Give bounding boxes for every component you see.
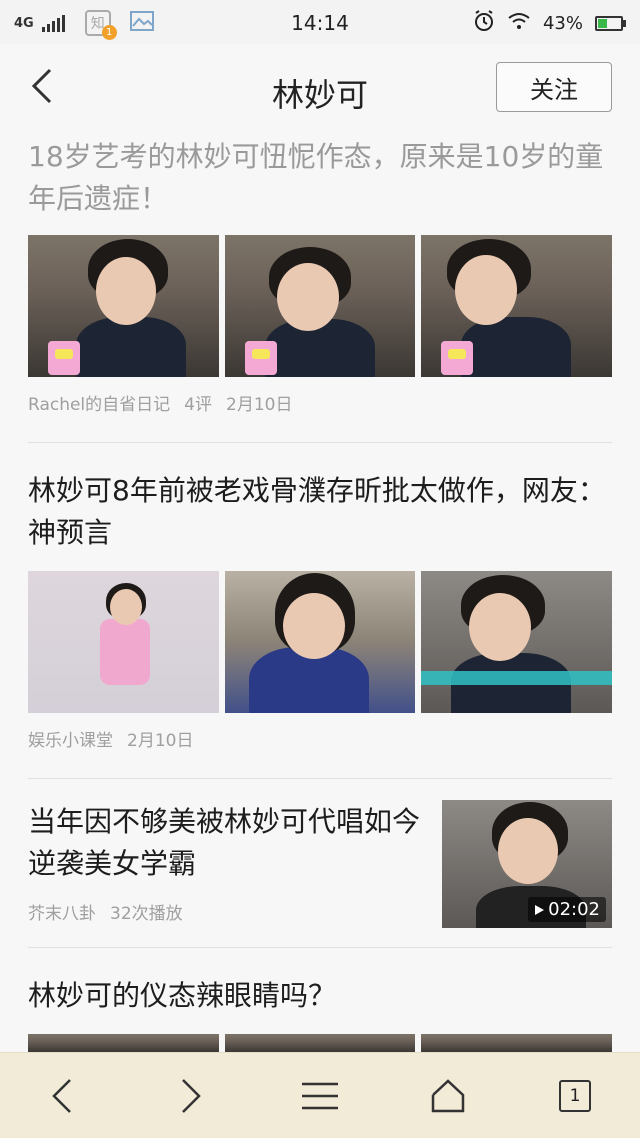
status-bar: 4G 知 1 14:14 43% [0,0,640,44]
alarm-icon [473,10,495,37]
thumbnail-image [28,1034,219,1052]
thumbnail-image [421,1034,613,1052]
article-title[interactable]: 林妙可的仪态辣眼睛吗？ [28,975,618,1017]
article-card[interactable]: 18岁艺考的林妙可忸怩作态，原来是10岁的童年后遗症！ Rachel的自省日记 … [0,134,640,442]
article-card[interactable]: 林妙可的仪态辣眼睛吗？ [0,948,640,1058]
article-date: 2月10日 [226,395,293,415]
battery-icon [595,16,626,31]
video-thumbnail[interactable]: 02:02 [442,800,612,928]
article-title[interactable]: 当年因不够美被林妙可代唱如今逆袭美女学霸 [28,801,428,885]
video-duration: 02:02 [528,897,606,922]
chevron-left-icon [52,1079,71,1113]
play-count: 32次播放 [110,904,183,924]
duration-text: 02:02 [548,899,600,920]
browser-bottom-nav: 1 [0,1052,640,1138]
thumbnail-image [224,571,416,713]
thumbnail-image [421,571,613,713]
chevron-right-icon [182,1079,201,1113]
battery-percent: 43% [542,13,583,34]
article-thumbnails [28,235,613,377]
forward-nav-button[interactable] [166,1073,216,1119]
menu-button[interactable] [295,1073,345,1119]
article-date: 2月10日 [127,731,194,751]
article-meta: Rachel的自省日记 4评 2月10日 [28,390,292,415]
tab-count: 1 [559,1080,591,1112]
thumbnail-image [28,571,219,713]
comment-count: 4评 [184,395,212,415]
home-icon [431,1079,465,1113]
article-card[interactable]: 林妙可8年前被老戏骨濮存昕批太做作，网友：神预言 娱乐小课堂 2月10日 [0,443,640,778]
article-thumbnails [28,571,613,713]
play-icon [535,904,545,915]
thumbnail-image [224,1034,416,1052]
thumbnail-image [421,235,613,377]
tabs-button[interactable]: 1 [550,1073,600,1119]
thumbnail-image [224,235,416,377]
article-source[interactable]: 芥末八卦 [28,899,96,924]
article-title[interactable]: 林妙可8年前被老戏骨濮存昕批太做作，网友：神预言 [28,470,618,554]
article-source[interactable]: Rachel的自省日记 [28,390,170,415]
wifi-icon [507,11,531,36]
video-card[interactable]: 当年因不够美被林妙可代唱如今逆袭美女学霸 芥末八卦 32次播放 02:02 [0,779,640,947]
home-button[interactable] [423,1073,473,1119]
header: 林妙可 关注 [0,44,640,134]
article-source[interactable]: 娱乐小课堂 [28,726,113,751]
back-nav-button[interactable] [37,1073,87,1119]
thumbnail-image [28,235,219,377]
article-thumbnails [28,1034,613,1052]
article-title[interactable]: 18岁艺考的林妙可忸怩作态，原来是10岁的童年后遗症！ [28,136,618,220]
article-meta: 芥末八卦 32次播放 [28,899,183,924]
follow-button[interactable]: 关注 [496,62,612,112]
article-meta: 娱乐小课堂 2月10日 [28,726,193,751]
menu-icon [302,1082,338,1110]
